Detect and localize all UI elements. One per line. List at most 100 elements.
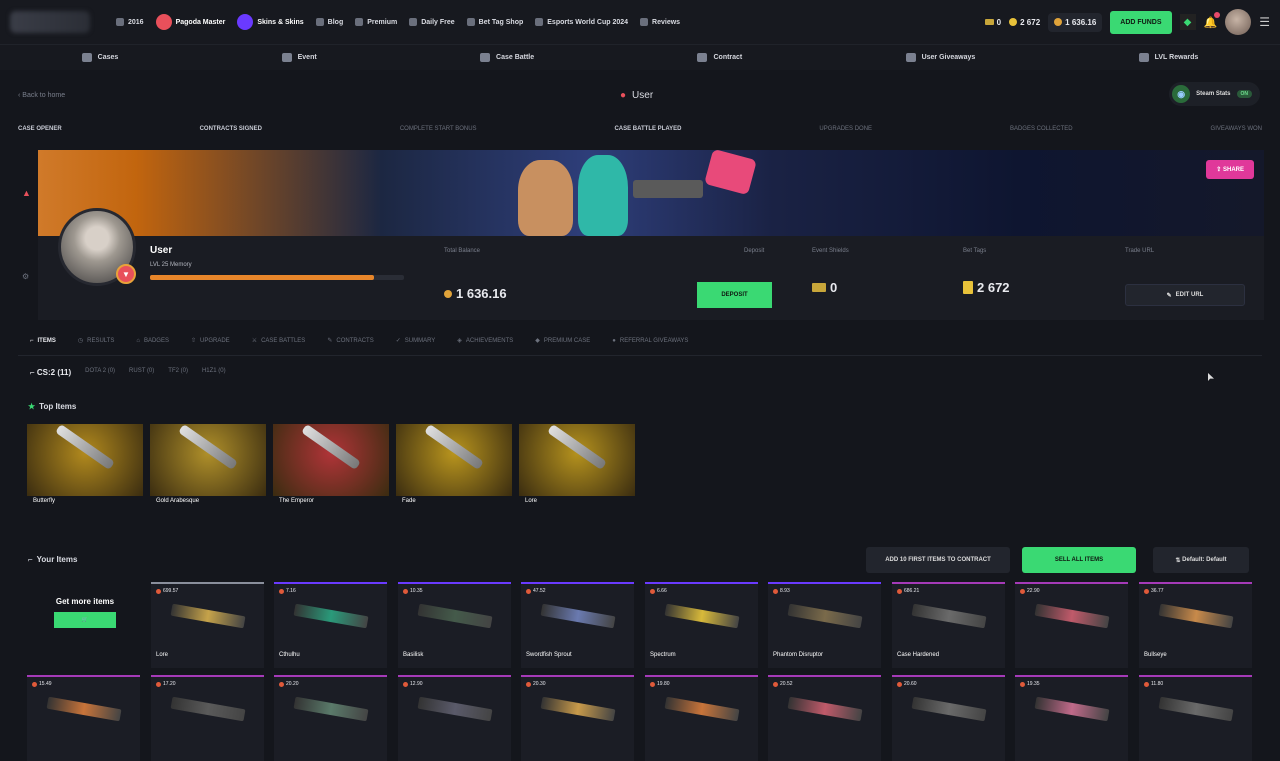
top-nav-item-esports[interactable]: Esports World Cup 2024	[535, 18, 628, 26]
get-more-button[interactable]: 🛒	[54, 612, 116, 628]
top-item-card[interactable]: The Emperor	[273, 424, 389, 524]
settings-side-icon[interactable]: ⚙	[22, 272, 29, 281]
tab-upgrade[interactable]: ⇧ UPGRADE	[191, 337, 230, 345]
tab-summary[interactable]: ✓ SUMMARY	[396, 337, 436, 345]
item-card[interactable]: 19.80	[645, 675, 758, 761]
edit-url-label: EDIT URL	[1175, 292, 1204, 298]
item-price: 36.77	[1144, 588, 1164, 594]
site-logo[interactable]	[10, 11, 90, 33]
add-contract-label: ADD 10 FIRST ITEMS TO CONTRACT	[885, 557, 991, 563]
coin-icon	[1020, 681, 1025, 687]
user-avatar[interactable]	[1225, 9, 1252, 35]
tab-results[interactable]: ◷ RESULTS	[78, 337, 114, 345]
subnav-case-battle[interactable]: Case Battle	[480, 53, 534, 62]
item-price-value: 19.35	[1027, 681, 1040, 687]
item-card[interactable]: 17.20	[151, 675, 264, 761]
gold-coin-icon	[1009, 18, 1018, 26]
promo-pagoda-master[interactable]: Pagoda Master	[155, 14, 225, 30]
subnav-cases[interactable]: Cases	[81, 53, 118, 62]
item-card[interactable]: 20.30	[521, 675, 634, 761]
page-title-text: User	[632, 89, 654, 101]
sort-icon: ⇅	[1175, 557, 1183, 564]
steam-stats-toggle[interactable]: ◉ Steam Stats ON	[1169, 82, 1260, 106]
weapon-icon	[911, 603, 987, 629]
share-label: SHARE	[1222, 167, 1244, 173]
profile-side-icon[interactable]: ▲	[22, 188, 31, 198]
item-card[interactable]: 15.49	[27, 675, 140, 761]
weapon-icon	[46, 696, 122, 722]
steam-icon: ◉	[1172, 85, 1191, 103]
edit-url-button[interactable]: ✎ EDIT URL	[1125, 284, 1245, 306]
item-card[interactable]: 22.90	[1015, 582, 1128, 668]
sell-all-button[interactable]: SELL ALL ITEMS	[1022, 547, 1136, 573]
banner-case	[704, 150, 757, 196]
top-item-card[interactable]: Butterfly	[27, 424, 143, 524]
subnav-event[interactable]: Event	[281, 53, 317, 62]
profile-banner: ⇪ SHARE	[38, 150, 1264, 236]
subnav-giveaways[interactable]: User Giveaways	[905, 53, 975, 62]
gold-counter[interactable]: 2 672	[1009, 18, 1040, 27]
tab-badges[interactable]: ⌂ BADGES	[136, 337, 169, 344]
item-price-value: 22.90	[1027, 588, 1040, 594]
item-card[interactable]: 6.66 Spectrum	[645, 582, 758, 668]
knife-icon	[424, 424, 484, 471]
tab-items[interactable]: ⌐ ITEMS	[30, 337, 56, 344]
item-card[interactable]: 7.16 Cthulhu	[274, 582, 387, 668]
game-tab-tf2[interactable]: TF2 (0)	[168, 368, 188, 377]
top-item-card[interactable]: Lore	[519, 424, 635, 524]
coin-icon	[32, 681, 37, 687]
tab-case-battles[interactable]: ⚔ CASE BATTLES	[252, 337, 306, 345]
tab-achievements[interactable]: ◈ ACHIEVEMENTS	[457, 337, 513, 345]
back-link[interactable]: ‹ Back to home	[18, 92, 65, 99]
top-nav-item-reviews[interactable]: Reviews	[640, 18, 680, 26]
stat-label: Deposit	[744, 248, 765, 254]
get-more-title: Get more items	[55, 597, 115, 606]
promo-skins-and-skins[interactable]: Skins & Skins	[237, 14, 304, 30]
top-nav-item-bet-tag-shop[interactable]: Bet Tag Shop	[466, 18, 523, 26]
item-card[interactable]: 11.80	[1139, 675, 1252, 761]
sort-dropdown[interactable]: ⇅ Default: Default	[1153, 547, 1249, 573]
deposit-button[interactable]: DEPOSIT	[697, 282, 772, 308]
subnav-lvl-rewards[interactable]: LVL Rewards	[1138, 53, 1198, 62]
top-nav-item-blog[interactable]: Blog	[315, 18, 343, 26]
item-card[interactable]: 12.90	[398, 675, 511, 761]
top-item-card[interactable]: Fade	[396, 424, 512, 524]
share-button[interactable]: ⇪ SHARE	[1206, 160, 1254, 179]
balance-display[interactable]: 1 636.16	[1048, 12, 1103, 32]
top-nav-item-daily-free[interactable]: Daily Free	[409, 18, 455, 26]
coin-icon	[650, 588, 655, 594]
add-funds-button[interactable]: ADD FUNDS	[1110, 10, 1172, 34]
gem-icon[interactable]: ◆	[1179, 14, 1196, 30]
item-card[interactable]: 20.20	[274, 675, 387, 761]
item-card[interactable]: 686.21 Case Hardened	[892, 582, 1005, 668]
item-card[interactable]: 8.93 Phantom Disruptor	[768, 582, 881, 668]
game-tab-dota2[interactable]: DOTA 2 (0)	[85, 368, 115, 377]
top-nav-item-premium[interactable]: Premium	[355, 18, 397, 26]
tab-referral-giveaways[interactable]: ● REFERRAL GIVEAWAYS	[612, 337, 688, 344]
item-card[interactable]: 36.77 Bullseye	[1139, 582, 1252, 668]
item-card[interactable]: 699.57 Lore	[151, 582, 264, 668]
keys-counter[interactable]: 0	[984, 18, 1001, 27]
item-card[interactable]: 20.52	[768, 675, 881, 761]
weapon-icon	[787, 696, 863, 722]
subnav-contract[interactable]: Contract	[697, 53, 742, 62]
top-item-card[interactable]: Gold Arabesque	[150, 424, 266, 524]
game-tab-rust[interactable]: RUST (0)	[129, 368, 154, 377]
item-card[interactable]: 20.60	[892, 675, 1005, 761]
notifications-bell-icon[interactable]: 🔔	[1204, 11, 1221, 29]
item-price-value: 15.49	[39, 681, 52, 687]
top-item-image	[273, 424, 389, 496]
game-tab-cs2[interactable]: ⌐ CS:2 (11)	[30, 368, 71, 377]
tab-premium-case[interactable]: ◆ PREMIUM CASE	[535, 337, 590, 345]
tab-contracts[interactable]: ✎ CONTRACTS	[327, 337, 373, 345]
coin-icon	[1144, 681, 1149, 687]
add-to-contract-button[interactable]: ADD 10 FIRST ITEMS TO CONTRACT	[866, 547, 1010, 573]
item-card[interactable]: 10.35 Basilisk	[398, 582, 511, 668]
achievement-start-bonus: COMPLETE START BONUS	[400, 126, 477, 132]
achievement-case-opener: CASE OPENER	[18, 126, 62, 132]
item-card[interactable]: 47.52 Swordfish Sprout	[521, 582, 634, 668]
item-card[interactable]: 19.35	[1015, 675, 1128, 761]
game-tab-h1z1[interactable]: H1Z1 (0)	[202, 368, 226, 377]
menu-icon[interactable]: ☰	[1259, 15, 1270, 29]
top-nav-item-2016[interactable]: 2016	[116, 18, 144, 26]
